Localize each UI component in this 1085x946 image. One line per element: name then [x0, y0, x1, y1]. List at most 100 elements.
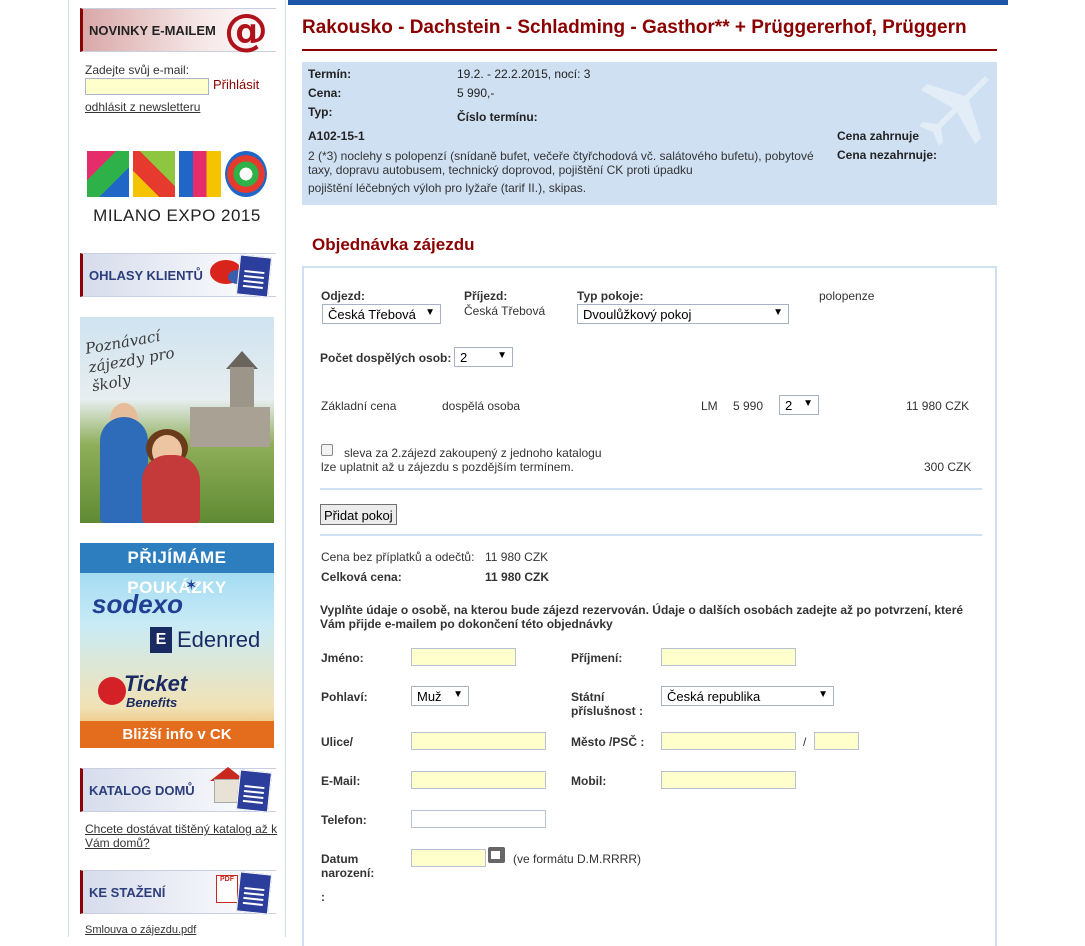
- newsletter-label: Zadejte svůj e-mail:: [85, 63, 190, 77]
- chevron-down-icon: ▼: [453, 689, 463, 700]
- extra-label: :: [321, 890, 325, 904]
- room-type-select[interactable]: Dvoulůžkový pokoj ▼: [577, 304, 789, 324]
- expo-banner[interactable]: MILANO EXPO 2015: [80, 135, 274, 233]
- city-label: Město /PSČ :: [571, 735, 645, 749]
- vouchers-info-link[interactable]: Bližší info v CK: [80, 721, 274, 748]
- subtotal-label: Cena bez příplatků a odečtů:: [321, 550, 475, 564]
- person-type: dospělá osoba: [442, 399, 521, 413]
- excludes-text: pojištění léčebných výloh pro lyžaře (ta…: [308, 181, 587, 195]
- last-name-input[interactable]: [661, 648, 796, 666]
- reviews-heading-text: OHLASY KLIENTŮ: [89, 267, 203, 283]
- subtotal-value: 11 980 CZK: [485, 550, 549, 564]
- street-input[interactable]: [411, 732, 546, 750]
- last-name-label: Příjmení:: [571, 651, 623, 665]
- price-value: 5 990,-: [457, 86, 495, 100]
- ticket-logo: Ticket: [124, 671, 188, 696]
- adults-select[interactable]: 2 ▼: [454, 347, 513, 367]
- order-title: Objednávka zájezdu: [312, 235, 475, 254]
- catalog-icon: [235, 871, 273, 915]
- type-label: Typ:: [308, 105, 333, 119]
- contract-pdf-link[interactable]: Smlouva o zájezdu.pdf: [85, 924, 196, 936]
- nationality-label: Státní příslušnost :: [571, 690, 644, 718]
- email-input[interactable]: [411, 771, 546, 789]
- catalog-heading-text: KATALOG DOMŮ: [89, 782, 195, 798]
- chevron-down-icon: ▼: [425, 307, 435, 318]
- school-trips-banner[interactable]: Poznávací zájezdy pro školy: [80, 317, 274, 523]
- first-name-input[interactable]: [411, 648, 516, 666]
- downloads-heading-text: KE STAŽENÍ: [89, 884, 166, 900]
- ticket-logo-icon: [98, 677, 126, 705]
- catalog-heading[interactable]: KATALOG DOMŮ: [80, 767, 276, 813]
- catalog-request-link[interactable]: Chcete dostávat tištěný katalog až k Vám…: [85, 822, 285, 850]
- term-value: 19.2. - 22.2.2015, nocí: 3: [457, 67, 591, 81]
- departure-select[interactable]: Česká Třebová ▼: [322, 304, 441, 324]
- city-input[interactable]: [661, 732, 796, 750]
- expo-caption: MILANO EXPO 2015: [93, 206, 261, 225]
- catalog-icon: [235, 254, 273, 298]
- newsletter-unsubscribe-link[interactable]: odhlásit z newsletteru: [85, 100, 200, 114]
- dob-input[interactable]: [411, 849, 486, 867]
- vouchers-heading: PŘIJÍMÁME POUKÁZKY: [80, 543, 274, 597]
- quantity-select-value: 2: [785, 398, 793, 413]
- sodexo-logo: sodexo: [92, 589, 184, 619]
- downloads-heading[interactable]: KE STAŽENÍ PDF: [80, 870, 276, 915]
- board-type: polopenze: [819, 289, 875, 303]
- excludes-label: Cena nezahrnuje:: [837, 148, 938, 162]
- newsletter-subscribe-link[interactable]: Přihlásit: [213, 77, 259, 92]
- expo-logo-block: [179, 151, 221, 197]
- form-divider: [320, 534, 982, 536]
- room-type-select-value: Dvoulůžkový pokoj: [583, 307, 692, 322]
- discount-value: 300 CZK: [924, 460, 972, 474]
- vouchers-banner[interactable]: PŘIJÍMÁME POUKÁZKY ✶ sodexo E Edenred Ti…: [80, 543, 274, 748]
- departure-label: Odjezd:: [321, 289, 365, 303]
- room-type-label: Typ pokoje:: [577, 289, 644, 303]
- phone-input[interactable]: [411, 810, 546, 828]
- edenred-logo: Edenred: [177, 627, 261, 652]
- dob-format-hint: (ve formátu D.M.RRRR): [513, 852, 642, 866]
- discount-checkbox[interactable]: [321, 444, 333, 456]
- school-trips-text: Poznávací zájezdy pro školy: [83, 326, 176, 396]
- chevron-down-icon: ▼: [497, 350, 507, 361]
- form-divider: [320, 488, 982, 490]
- gender-select-value: Muž: [417, 689, 442, 704]
- expo-logo-icon: [87, 151, 267, 197]
- email-label: E-Mail:: [321, 774, 361, 788]
- gender-select[interactable]: Muž ▼: [411, 686, 469, 706]
- catalog-icon: [235, 769, 273, 813]
- calendar-icon[interactable]: [488, 847, 505, 863]
- chevron-down-icon: ▼: [773, 307, 783, 318]
- base-price-label: Základní cena: [321, 399, 397, 413]
- dob-label: Datum narození:: [321, 852, 375, 880]
- adults-label: Počet dospělých osob:: [320, 351, 452, 365]
- nationality-select-value: Česká republika: [667, 689, 761, 704]
- page-title: Rakousko - Dachstein - Schladming - Gast…: [302, 17, 967, 38]
- price-label: Cena:: [308, 86, 342, 100]
- main-content: Rakousko - Dachstein - Schladming - Gast…: [302, 0, 997, 946]
- line-total: 11 980 CZK: [906, 399, 970, 413]
- church-building: [190, 407, 270, 447]
- expo-logo-block: [133, 151, 175, 197]
- airplane-icon: [919, 76, 989, 146]
- nationality-select[interactable]: Česká republika ▼: [661, 686, 834, 706]
- newsletter-email-input[interactable]: [85, 78, 209, 95]
- gender-label: Pohlaví:: [321, 690, 368, 704]
- reviews-heading[interactable]: OHLASY KLIENTŮ: [80, 253, 276, 298]
- instructions-text: Vyplňte údaje o osobě, na kterou bude zá…: [320, 603, 964, 631]
- newsletter-heading-text: NOVINKY E-MAILEM: [89, 22, 216, 38]
- quantity-select[interactable]: 2 ▼: [779, 395, 819, 415]
- zip-input[interactable]: [814, 732, 859, 750]
- mobile-input[interactable]: [661, 771, 796, 789]
- title-divider: [302, 49, 997, 51]
- phone-label: Telefon:: [321, 813, 367, 827]
- street-label: Ulice/: [321, 735, 354, 749]
- discount-text: sleva za 2.zájezd zakoupený z jednoho ka…: [344, 446, 602, 460]
- order-form: Odjezd: Česká Třebová ▼ Příjezd: Česká Tř…: [302, 266, 997, 946]
- city-zip-separator: /: [803, 735, 807, 749]
- expo-logo-block: [225, 151, 267, 197]
- adults-select-value: 2: [460, 350, 468, 365]
- arrival-value: Česká Třebová: [464, 304, 546, 318]
- edenred-logo-mark: E: [150, 627, 172, 653]
- add-room-button[interactable]: Přidat pokoj: [320, 504, 397, 525]
- student-boy: [100, 417, 148, 523]
- student-girl: [142, 455, 200, 523]
